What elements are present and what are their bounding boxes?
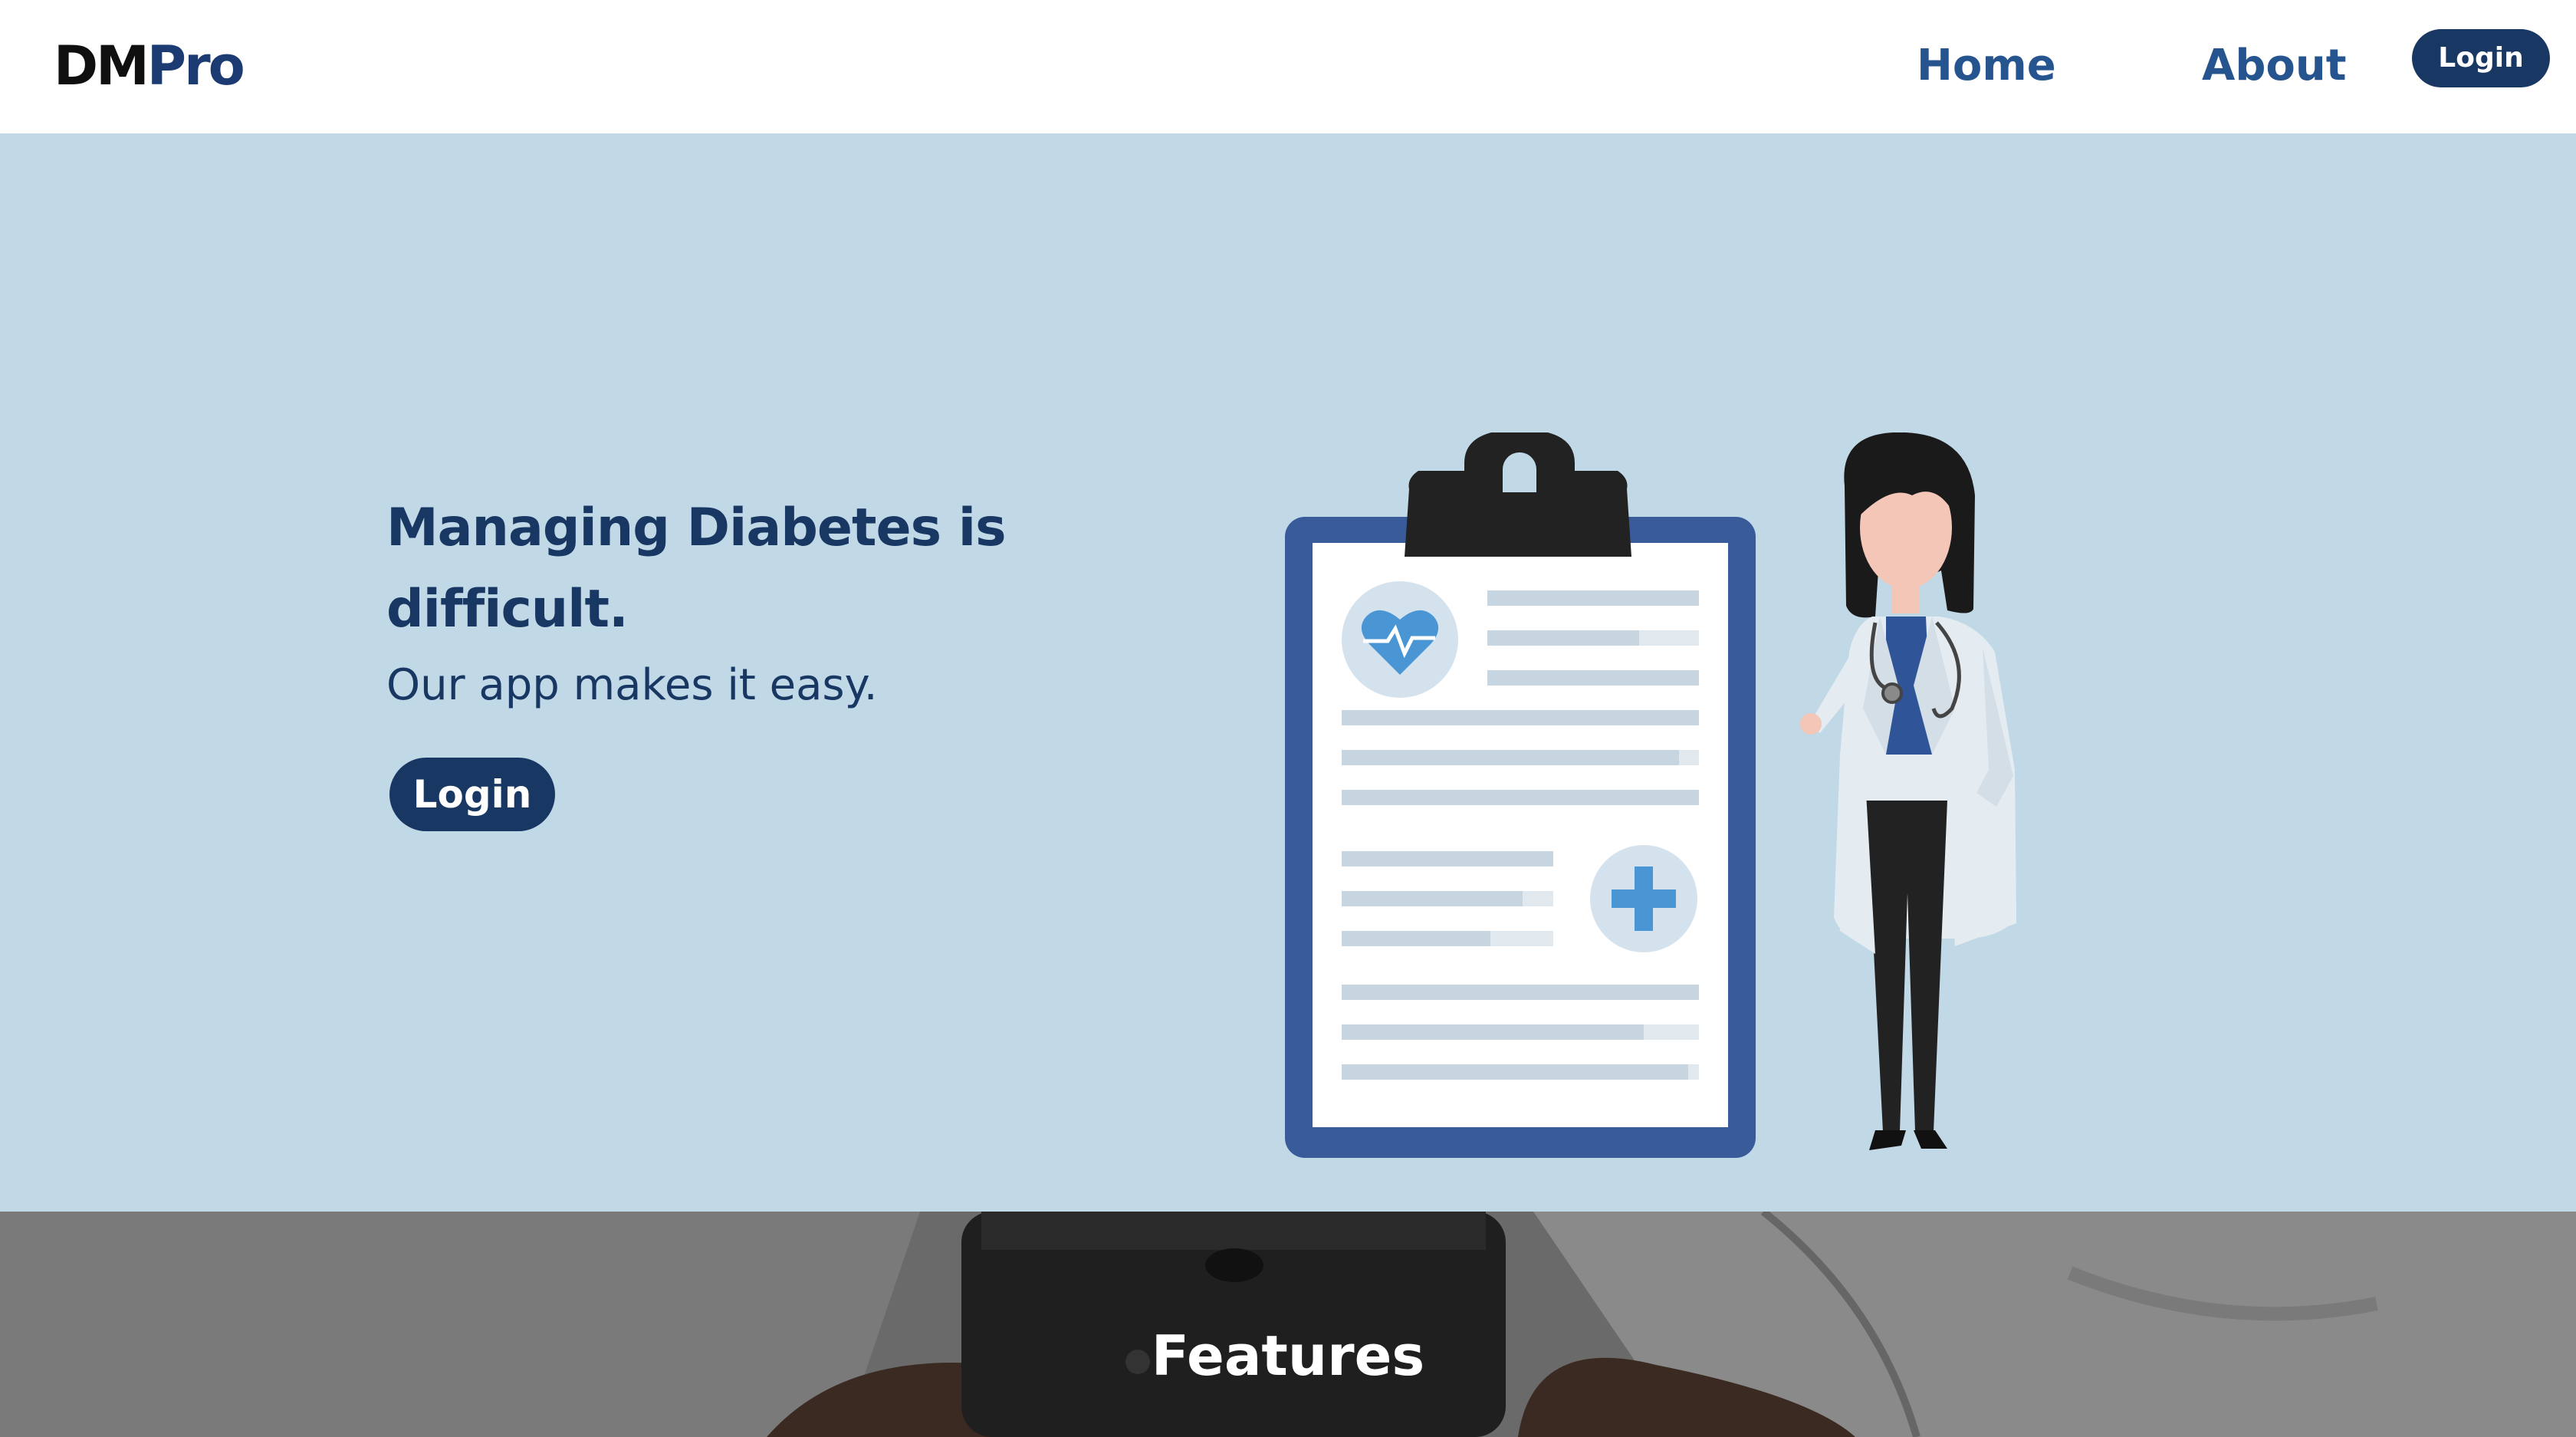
brand-logo[interactable]: DMPro [54,34,245,98]
hero-login-button[interactable]: Login [389,758,555,831]
nav-login-button[interactable]: Login [2412,29,2550,87]
hero-illustration [1285,432,2016,1158]
medical-cross-icon [1590,845,1697,952]
hero-section: Managing Diabetes is difficult. Our app … [0,133,2576,1212]
navbar: DMPro Home About Login [0,0,2576,133]
features-section: Features [0,1212,2576,1437]
brand-pro-text: Pro [146,35,245,97]
hero-title: Managing Diabetes is difficult. [386,498,1007,640]
nav-about-link[interactable]: About [2202,37,2347,95]
nav-home-link[interactable]: Home [1917,37,2056,95]
hero-subtitle: Our app makes it easy. [386,660,878,710]
doctor-figure [1800,432,2016,1150]
brand-dm-text: DM [54,35,150,97]
heart-pulse-icon [1342,581,1458,698]
clipboard [1285,432,1756,1158]
features-title: Features [1151,1324,1425,1388]
